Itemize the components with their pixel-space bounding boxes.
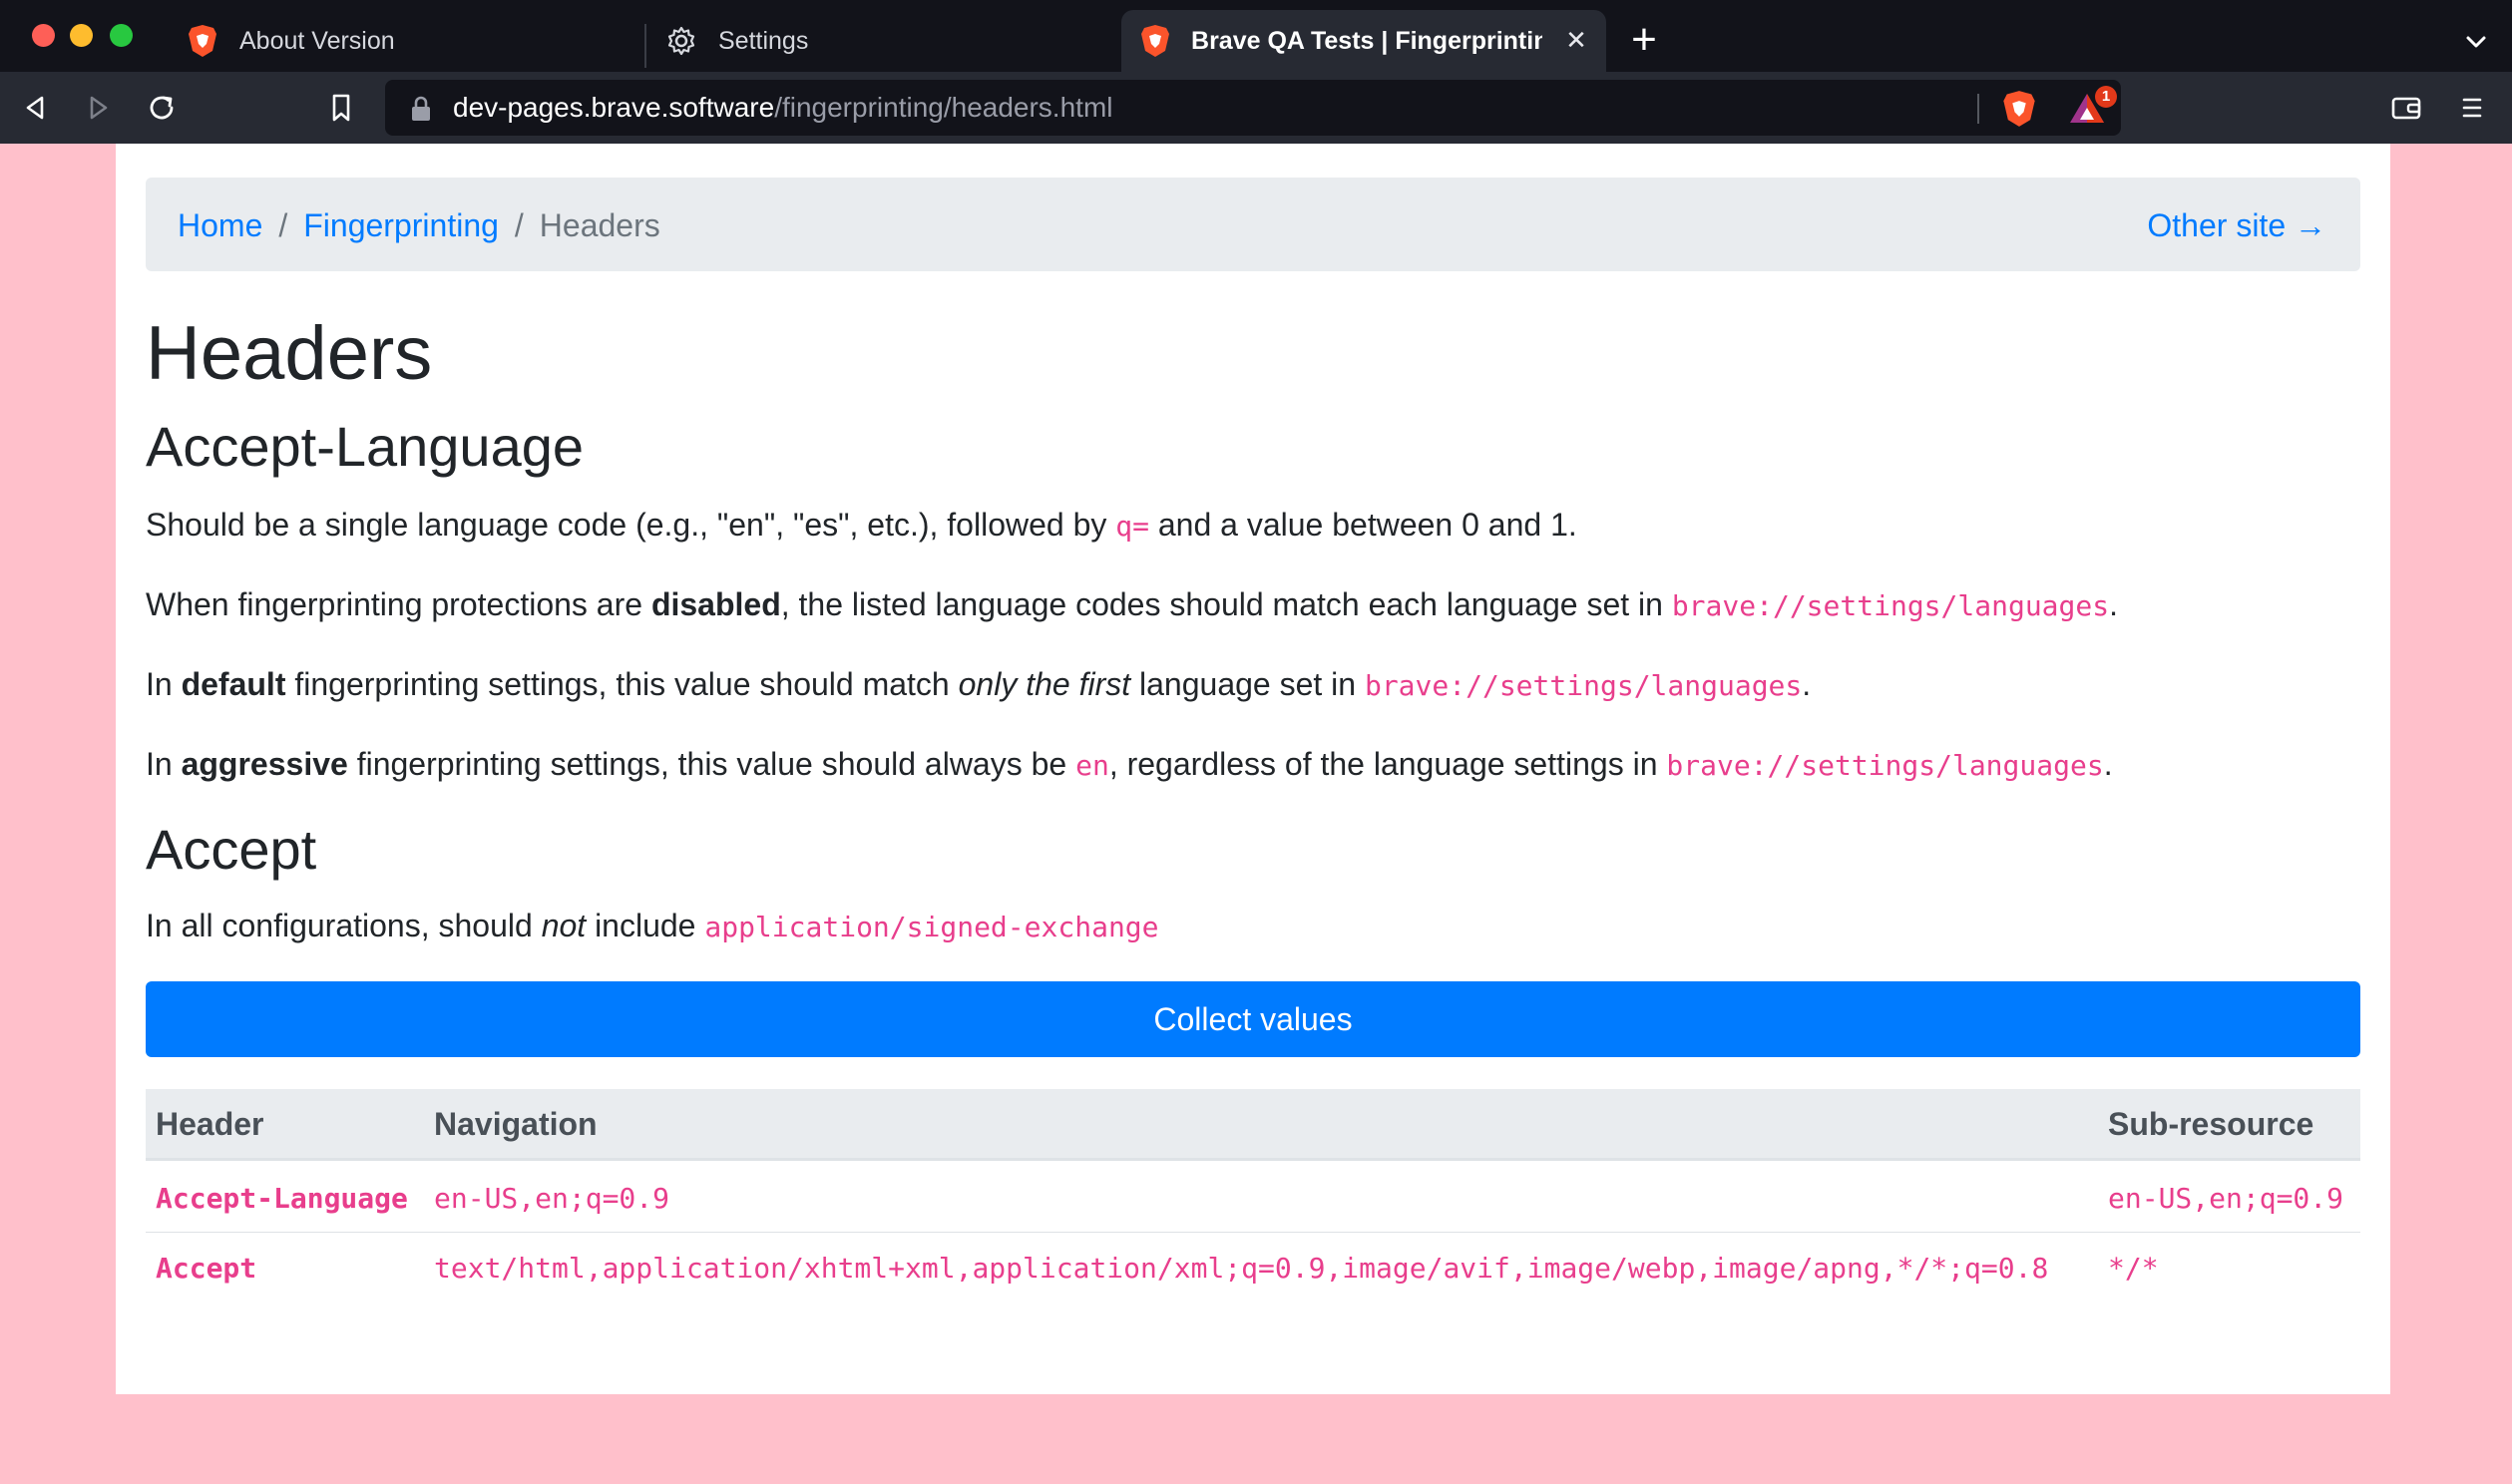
breadcrumb-separator: / (514, 207, 524, 243)
window-close-button[interactable] (32, 24, 55, 47)
cell-subresource: */* (2108, 1252, 2159, 1285)
tab-label: About Version (239, 26, 395, 55)
table-row: Accept text/html,application/xhtml+xml,a… (146, 1233, 2360, 1302)
breadcrumb-current: Headers (539, 207, 660, 243)
inline-code: application/signed-exchange (704, 911, 1159, 943)
accept-heading: Accept (146, 818, 317, 881)
tab-label: Settings (718, 26, 809, 55)
accept-language-paragraph-4: In aggressive fingerprinting settings, t… (146, 746, 2113, 782)
brave-lion-icon (186, 24, 219, 58)
address-bar[interactable]: dev-pages.brave.software/fingerprinting/… (385, 80, 2121, 136)
hamburger-icon (2462, 98, 2482, 118)
tab-fingerprinting[interactable]: Brave QA Tests | Fingerprinting ✕ (1121, 10, 1606, 72)
rewards-badge: 1 (2095, 86, 2117, 108)
cell-header: Accept-Language (156, 1182, 408, 1215)
accept-paragraph: In all configurations, should not includ… (146, 908, 1159, 943)
tab-label: Brave QA Tests | Fingerprinting (1191, 26, 1542, 55)
window-zoom-button[interactable] (110, 24, 133, 47)
inline-code: brave://settings/languages (1671, 589, 2110, 622)
url-host: dev-pages.brave.software (453, 92, 775, 123)
breadcrumb-separator: / (278, 207, 288, 243)
forward-button[interactable] (76, 86, 120, 130)
bookmark-icon (332, 94, 350, 122)
table-row: Accept-Language en-US,en;q=0.9 en-US,en;… (146, 1163, 2360, 1233)
tab-strip: About Version Settings Brave QA Tests | … (0, 0, 2512, 72)
tab-settings[interactable]: Settings (646, 10, 1115, 72)
bookmark-button[interactable] (319, 86, 363, 130)
wallet-icon (2391, 97, 2421, 120)
accept-language-paragraph-2: When fingerprinting protections are disa… (146, 586, 2118, 622)
new-tab-button[interactable]: + (1624, 18, 1664, 62)
url-path: /fingerprinting/headers.html (774, 92, 1113, 123)
inline-code: brave://settings/languages (1364, 669, 1803, 702)
breadcrumb-fingerprinting-link[interactable]: Fingerprinting (303, 207, 499, 243)
brave-rewards-button[interactable]: 1 (2067, 86, 2117, 128)
back-button[interactable] (14, 86, 58, 130)
toolbar: dev-pages.brave.software/fingerprinting/… (0, 72, 2512, 144)
forward-icon (90, 96, 108, 120)
cell-subresource: en-US,en;q=0.9 (2108, 1182, 2344, 1215)
menu-button[interactable] (2450, 86, 2494, 130)
inline-code: en (1075, 749, 1109, 782)
cell-navigation: en-US,en;q=0.9 (434, 1182, 670, 1215)
gear-icon (664, 24, 698, 58)
lock-icon (412, 96, 430, 121)
collect-values-button[interactable]: Collect values (146, 981, 2360, 1057)
page-title: Headers (146, 311, 433, 396)
url-text[interactable]: dev-pages.brave.software/fingerprinting/… (453, 92, 1112, 124)
inline-code: q= (1115, 510, 1149, 543)
reload-icon (150, 96, 174, 120)
accept-language-heading: Accept-Language (146, 415, 585, 478)
brave-shields-icon[interactable] (2001, 90, 2037, 128)
column-header-navigation: Navigation (434, 1106, 598, 1142)
table-header-row: Header Navigation Sub-resource (146, 1089, 2360, 1161)
other-site-link[interactable]: Other site → (2147, 207, 2326, 243)
wallet-button[interactable] (2384, 86, 2428, 130)
tab-about-version[interactable]: About Version (168, 10, 646, 72)
accept-language-paragraph-3: In default fingerprinting settings, this… (146, 666, 1812, 702)
cell-header: Accept (156, 1252, 257, 1285)
breadcrumb-home-link[interactable]: Home (178, 207, 262, 243)
cell-navigation: text/html,application/xhtml+xml,applicat… (434, 1252, 2049, 1285)
divider (1977, 94, 1979, 124)
window-minimize-button[interactable] (70, 24, 93, 47)
accept-language-paragraph-1: Should be a single language code (e.g., … (146, 507, 1577, 543)
inline-code: brave://settings/languages (1666, 749, 2104, 782)
page-content: Home / Fingerprinting / Headers Other si… (116, 144, 2390, 1394)
column-header-subresource: Sub-resource (2108, 1106, 2314, 1142)
breadcrumb: Home / Fingerprinting / Headers Other si… (146, 178, 2360, 271)
reload-button[interactable] (140, 86, 184, 130)
back-icon (26, 96, 44, 120)
brave-lion-icon (1139, 24, 1171, 58)
close-tab-icon[interactable]: ✕ (1558, 22, 1594, 58)
column-header-header: Header (156, 1106, 264, 1142)
chevron-down-icon[interactable] (2460, 26, 2492, 58)
